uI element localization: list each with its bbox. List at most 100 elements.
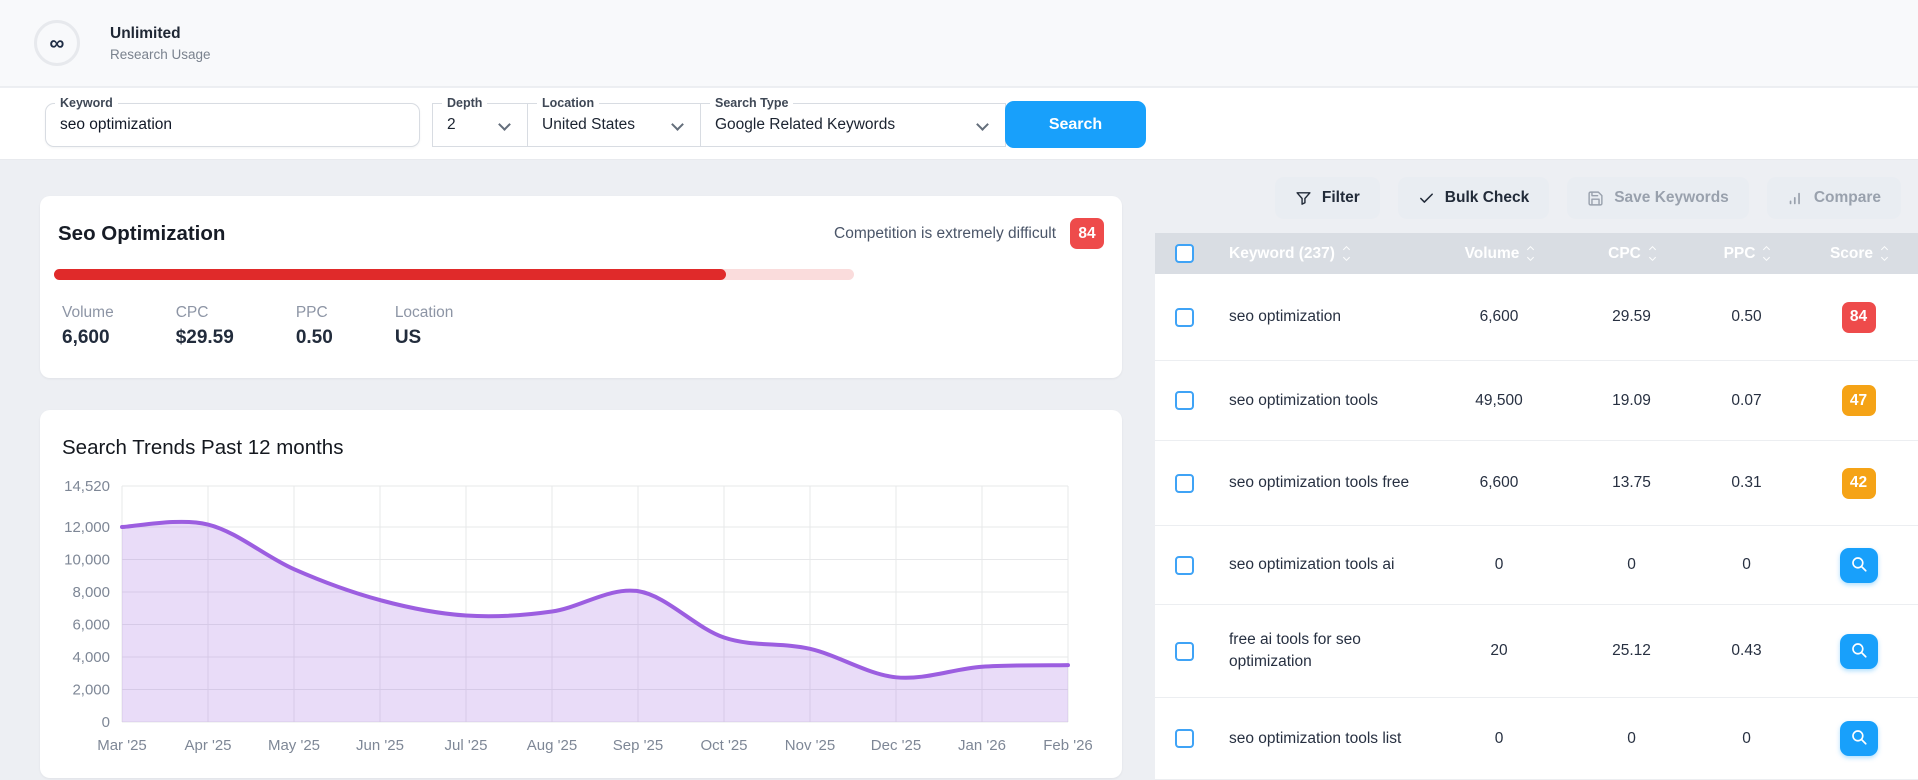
svg-text:12,000: 12,000 (64, 519, 110, 536)
cpc-cell: 13.75 (1612, 474, 1651, 491)
chevron-down-icon (498, 118, 511, 131)
keyword-title: Seo Optimization (58, 221, 226, 245)
keyword-search-button[interactable] (1839, 547, 1878, 583)
sort-icon[interactable] (1527, 245, 1535, 262)
svg-text:14,520: 14,520 (64, 478, 110, 495)
ppc-cell: 0 (1742, 556, 1751, 573)
keyword-cell: seo optimization (1229, 308, 1342, 326)
competition-text: Competition is extremely difficult (834, 224, 1056, 242)
stat-location: Location US (394, 304, 454, 348)
svg-text:6,000: 6,000 (72, 616, 110, 633)
cpc-cell: 0 (1627, 729, 1636, 747)
save-icon (1587, 190, 1604, 207)
volume-cell: 20 (1490, 642, 1508, 659)
magnifier-icon (1850, 641, 1868, 662)
search-type-select-value: Google Related Keywords (715, 116, 896, 133)
table-row: seo optimization tools list 0 0 0 (1155, 698, 1918, 780)
stat-volume: Volume 6,600 (62, 304, 114, 348)
table-toolbar: Filter Bulk Check Save Keywords Compare (1155, 177, 1918, 219)
svg-text:0: 0 (102, 714, 110, 731)
volume-cell: 6,600 (1479, 308, 1519, 325)
depth-select[interactable]: Depth 2 (432, 95, 528, 147)
keyword-cell: seo optimization tools ai (1229, 556, 1395, 574)
stat-ppc: PPC 0.50 (295, 304, 333, 348)
table-row: seo optimization tools ai 0 0 0 (1155, 526, 1918, 605)
ppc-cell: 0 (1742, 729, 1751, 747)
ppc-cell: 0.07 (1731, 391, 1762, 409)
search-trends-chart: 0 2,000 4,000 6,000 8,000 10,000 12,000 14,520 M… (64, 478, 1093, 754)
column-header-volume[interactable]: Volume (1429, 245, 1569, 263)
select-all-checkbox[interactable] (1175, 244, 1194, 263)
score-badge: 42 (1841, 467, 1876, 499)
keywords-table: Keyword (237) Volume CPC PPC Score seo o… (1155, 233, 1918, 780)
volume-cell: 0 (1494, 729, 1504, 747)
plan-usage-label: Research Usage (110, 46, 211, 62)
plan-info: ∞ Unlimited Research Usage (34, 20, 211, 66)
overview-stats: Volume 6,600 CPC $29.59 PPC 0.50 Locatio… (40, 280, 1122, 349)
chevron-down-icon (671, 118, 684, 131)
volume-cell: 49,500 (1475, 391, 1523, 409)
row-checkbox[interactable] (1175, 391, 1194, 410)
filter-button[interactable]: Filter (1274, 177, 1380, 219)
stat-cpc: CPC $29.59 (175, 304, 234, 348)
competition-score-badge: 84 (1070, 218, 1104, 249)
chart-title: Search Trends Past 12 months (62, 436, 344, 459)
sort-icon[interactable] (1881, 245, 1889, 262)
cpc-cell: 25.12 (1612, 642, 1651, 659)
sort-icon[interactable] (1342, 245, 1350, 262)
table-row: seo optimization tools free 6,600 13.75 … (1155, 441, 1918, 526)
magnifier-icon (1850, 728, 1868, 749)
volume-cell: 0 (1494, 556, 1504, 573)
check-icon (1418, 190, 1435, 207)
row-checkbox[interactable] (1175, 729, 1194, 748)
compare-button[interactable]: Compare (1766, 177, 1901, 219)
ppc-cell: 0.31 (1731, 474, 1762, 491)
sort-icon[interactable] (1648, 245, 1656, 262)
magnifier-icon (1850, 555, 1868, 576)
row-checkbox[interactable] (1175, 473, 1194, 493)
keyword-search-button[interactable] (1839, 633, 1878, 669)
svg-text:Apr '25: Apr '25 (184, 737, 231, 754)
funnel-icon (1295, 190, 1312, 207)
column-header-keyword[interactable]: Keyword (237) (1229, 243, 1429, 265)
column-header-cpc[interactable]: CPC (1569, 245, 1694, 263)
table-row: seo optimization 6,600 29.59 0.50 84 (1155, 274, 1918, 361)
search-form: Keyword Depth 2 Location United States S… (0, 88, 1918, 160)
svg-text:Feb '26: Feb '26 (1043, 737, 1093, 754)
location-select-value: United States (542, 116, 636, 133)
svg-text:2,000: 2,000 (72, 681, 110, 698)
save-keywords-button[interactable]: Save Keywords (1567, 177, 1749, 219)
trends-card: Search Trends Past 12 months 0 2,000 4,000… (40, 410, 1122, 778)
keyword-input[interactable] (46, 104, 419, 146)
bar-chart-icon (1787, 190, 1804, 207)
keyword-cell: free ai tools for seo optimization (1229, 631, 1361, 670)
svg-text:Jun '25: Jun '25 (356, 737, 404, 754)
location-select[interactable]: Location United States (527, 95, 701, 147)
svg-text:May '25: May '25 (268, 737, 320, 754)
keyword-search-button[interactable] (1839, 721, 1878, 756)
svg-text:Sep '25: Sep '25 (613, 737, 663, 754)
svg-text:Jan '26: Jan '26 (958, 737, 1006, 754)
search-button[interactable]: Search (1005, 101, 1146, 148)
cpc-cell: 0 (1627, 556, 1636, 573)
row-checkbox[interactable] (1175, 307, 1194, 327)
infinity-icon: ∞ (34, 20, 80, 66)
column-header-score[interactable]: Score (1799, 245, 1918, 263)
chevron-down-icon (976, 118, 989, 131)
volume-cell: 6,600 (1479, 474, 1519, 491)
keyword-cell: seo optimization tools free (1229, 474, 1410, 492)
row-checkbox[interactable] (1175, 641, 1194, 661)
cpc-cell: 19.09 (1612, 391, 1651, 409)
svg-text:Nov '25: Nov '25 (785, 737, 835, 754)
row-checkbox[interactable] (1175, 555, 1194, 575)
table-row: seo optimization tools 49,500 19.09 0.07… (1155, 361, 1918, 441)
column-header-ppc[interactable]: PPC (1694, 245, 1799, 263)
score-badge: 84 (1841, 301, 1876, 333)
search-type-select[interactable]: Search Type Google Related Keywords (700, 95, 1006, 147)
keyword-cell: seo optimization tools (1229, 391, 1379, 409)
sort-icon[interactable] (1763, 245, 1771, 262)
svg-text:Dec '25: Dec '25 (871, 737, 921, 754)
keyword-field[interactable]: Keyword (45, 95, 420, 147)
bulk-check-button[interactable]: Bulk Check (1397, 177, 1550, 219)
svg-text:4,000: 4,000 (72, 649, 110, 666)
